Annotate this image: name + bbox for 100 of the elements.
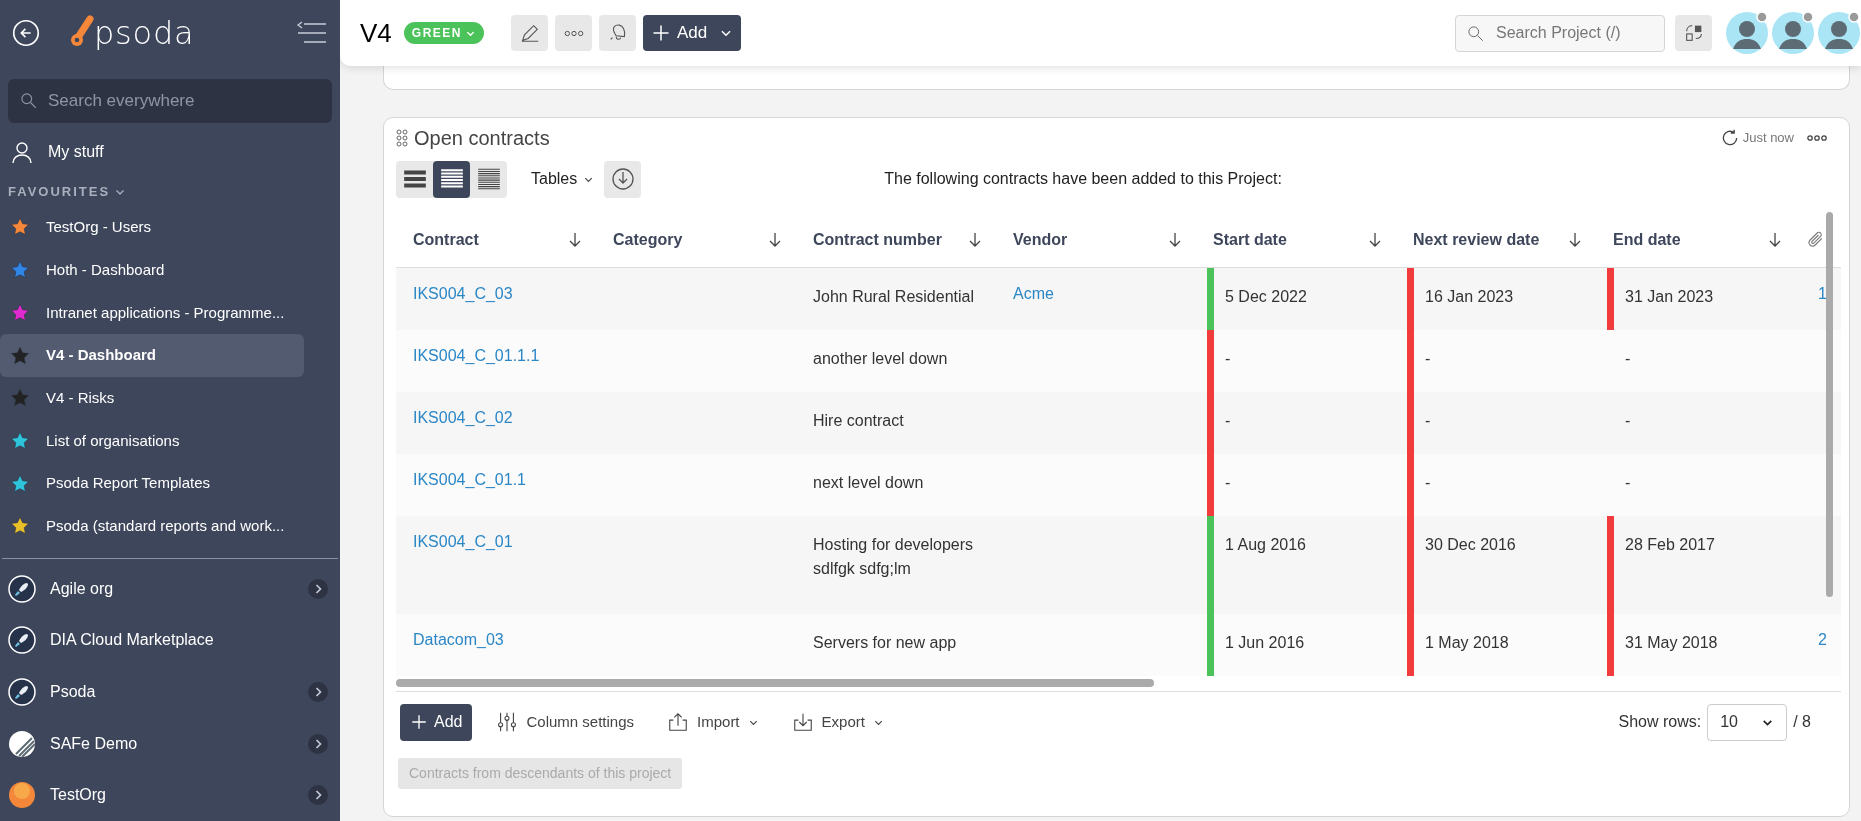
table-cell: 30 Dec 2016 [1425,536,1516,553]
column-header[interactable]: Contract [396,227,596,252]
table-cell: 5 Dec 2022 [1225,288,1307,305]
chevron-right-icon[interactable] [308,681,328,702]
table-cell: - [1625,474,1631,491]
contract-link[interactable]: IKS004_C_01.1 [413,471,526,488]
last-updated: Just now [1742,129,1794,148]
table-cell: John Rural Residential [813,288,974,305]
organisation-item[interactable]: DIA Cloud Marketplace [0,614,340,667]
avatar-icon[interactable] [1817,11,1861,55]
vertical-scrollbar[interactable] [1826,212,1833,597]
sort-arrow-icon [1368,231,1382,248]
rows-per-page-select[interactable]: 10 [1707,703,1788,741]
table-cell: - [1425,474,1431,491]
export-button[interactable]: Export [791,710,884,734]
organisation-item[interactable]: TestOrg [0,769,340,821]
table-cell: Hire contract [813,412,904,429]
favourite-item[interactable]: Hoth - Dashboard [0,248,304,292]
favourite-item[interactable]: Psoda (standard reports and work... [0,505,304,548]
table-cell: - [1225,412,1231,429]
sort-arrow-icon [1168,231,1182,248]
sort-arrow-icon [968,231,982,248]
table-cell: another level down [813,350,948,367]
column-header[interactable]: Next review date [1396,227,1596,252]
avatar-icon[interactable] [1771,11,1815,55]
contract-link[interactable]: Datacom_03 [413,631,504,648]
view-mode-button[interactable] [433,160,470,198]
vendor-link[interactable]: Acme [1013,285,1054,302]
table-cell: 1 May 2018 [1425,634,1509,651]
more-icon [563,29,584,37]
table-cell: 28 Feb 2017 [1625,536,1715,553]
column-header[interactable]: Vendor [996,227,1196,252]
table-cell: 31 May 2018 [1625,634,1718,651]
menu-item[interactable]: My stuff [48,140,104,165]
column-header[interactable]: Start date [1196,227,1396,252]
search-field[interactable]: Search Project (/) [1455,14,1665,52]
contract-link[interactable]: IKS004_C_03 [413,285,513,302]
favourite-item[interactable]: Intranet applications - Programme... [0,291,304,335]
more-icon[interactable] [1807,132,1827,144]
upload-icon [667,711,690,733]
table-cell: - [1425,412,1431,429]
favourite-item[interactable]: Psoda Report Templates [0,462,304,506]
import-button[interactable]: Import [667,710,759,734]
switch-view-button[interactable] [1675,15,1712,51]
favourite-item[interactable]: V4 - Risks [0,376,304,420]
avatar-icon[interactable] [1725,11,1769,55]
favourite-item[interactable]: List of organisations [0,419,304,463]
attachment-count-link[interactable]: 2 [1818,631,1827,648]
table-cell: Servers for new app [813,634,957,651]
search-icon [20,91,38,110]
bell-button[interactable] [599,15,636,51]
rocket-icon [8,677,36,706]
column-settings-button[interactable]: Column settings [496,710,635,734]
drag-handle-icon[interactable] [396,129,408,147]
collapse-menu-icon[interactable] [296,20,328,45]
chevron-right-icon[interactable] [308,785,328,806]
add-button[interactable]: Add [400,703,473,741]
table-cell: next level down [813,474,924,491]
back-icon[interactable] [12,18,40,47]
contract-link[interactable]: IKS004_C_01.1.1 [413,347,540,364]
contract-link[interactable]: IKS004_C_01 [413,533,513,550]
list-density-icon [475,166,502,192]
table-cell: 31 Jan 2023 [1625,288,1714,305]
section-heading[interactable]: FAVOURITES [8,182,111,202]
download-button[interactable] [604,160,642,198]
chevron-right-icon[interactable] [308,733,328,754]
table-cell: - [1225,350,1231,367]
organisation-item[interactable]: Psoda [0,666,340,718]
column-header[interactable]: End date [1596,227,1796,252]
favourite-item[interactable]: V4 - Dashboard [0,334,304,377]
contract-link[interactable]: IKS004_C_02 [413,409,513,426]
table-cell: - [1625,350,1631,367]
add-dropdown-button[interactable]: Add [643,15,742,51]
show-rows-label: Show rows: [1618,712,1702,732]
search-field[interactable]: Search everywhere [8,78,332,123]
sliders-icon [496,711,519,733]
description-text: The following contracts have been added to this Project: [884,169,1282,189]
column-header[interactable]: Contract number [796,227,996,252]
table-cell: 1 Jun 2016 [1225,634,1305,651]
striped-circle-icon [8,729,36,758]
user-icon [10,140,34,165]
organisation-item[interactable]: Agile org [0,562,340,615]
more-button[interactable] [555,15,592,51]
tables-dropdown[interactable]: Tables [531,167,595,191]
logo-text: psoda [94,16,195,49]
favourite-item[interactable]: TestOrg - Users [0,206,304,249]
download-icon [610,167,635,191]
table-cell: Hosting for developers sdlfgk sdfg;lm [813,536,974,577]
plus-icon [410,713,428,731]
sort-arrow-icon [768,231,782,248]
organisation-item[interactable]: SAFe Demo [0,717,340,770]
table-cell: - [1425,350,1431,367]
chevron-right-icon[interactable] [308,578,328,599]
plus-icon [651,23,671,43]
organisation-logo-icon [8,781,36,810]
horizontal-scrollbar[interactable] [396,679,1154,687]
edit-button[interactable] [511,15,548,51]
column-header[interactable]: Category [596,227,796,252]
total-count: / 8 [1793,712,1811,732]
attachment-count-link[interactable]: 1 [1818,285,1827,302]
